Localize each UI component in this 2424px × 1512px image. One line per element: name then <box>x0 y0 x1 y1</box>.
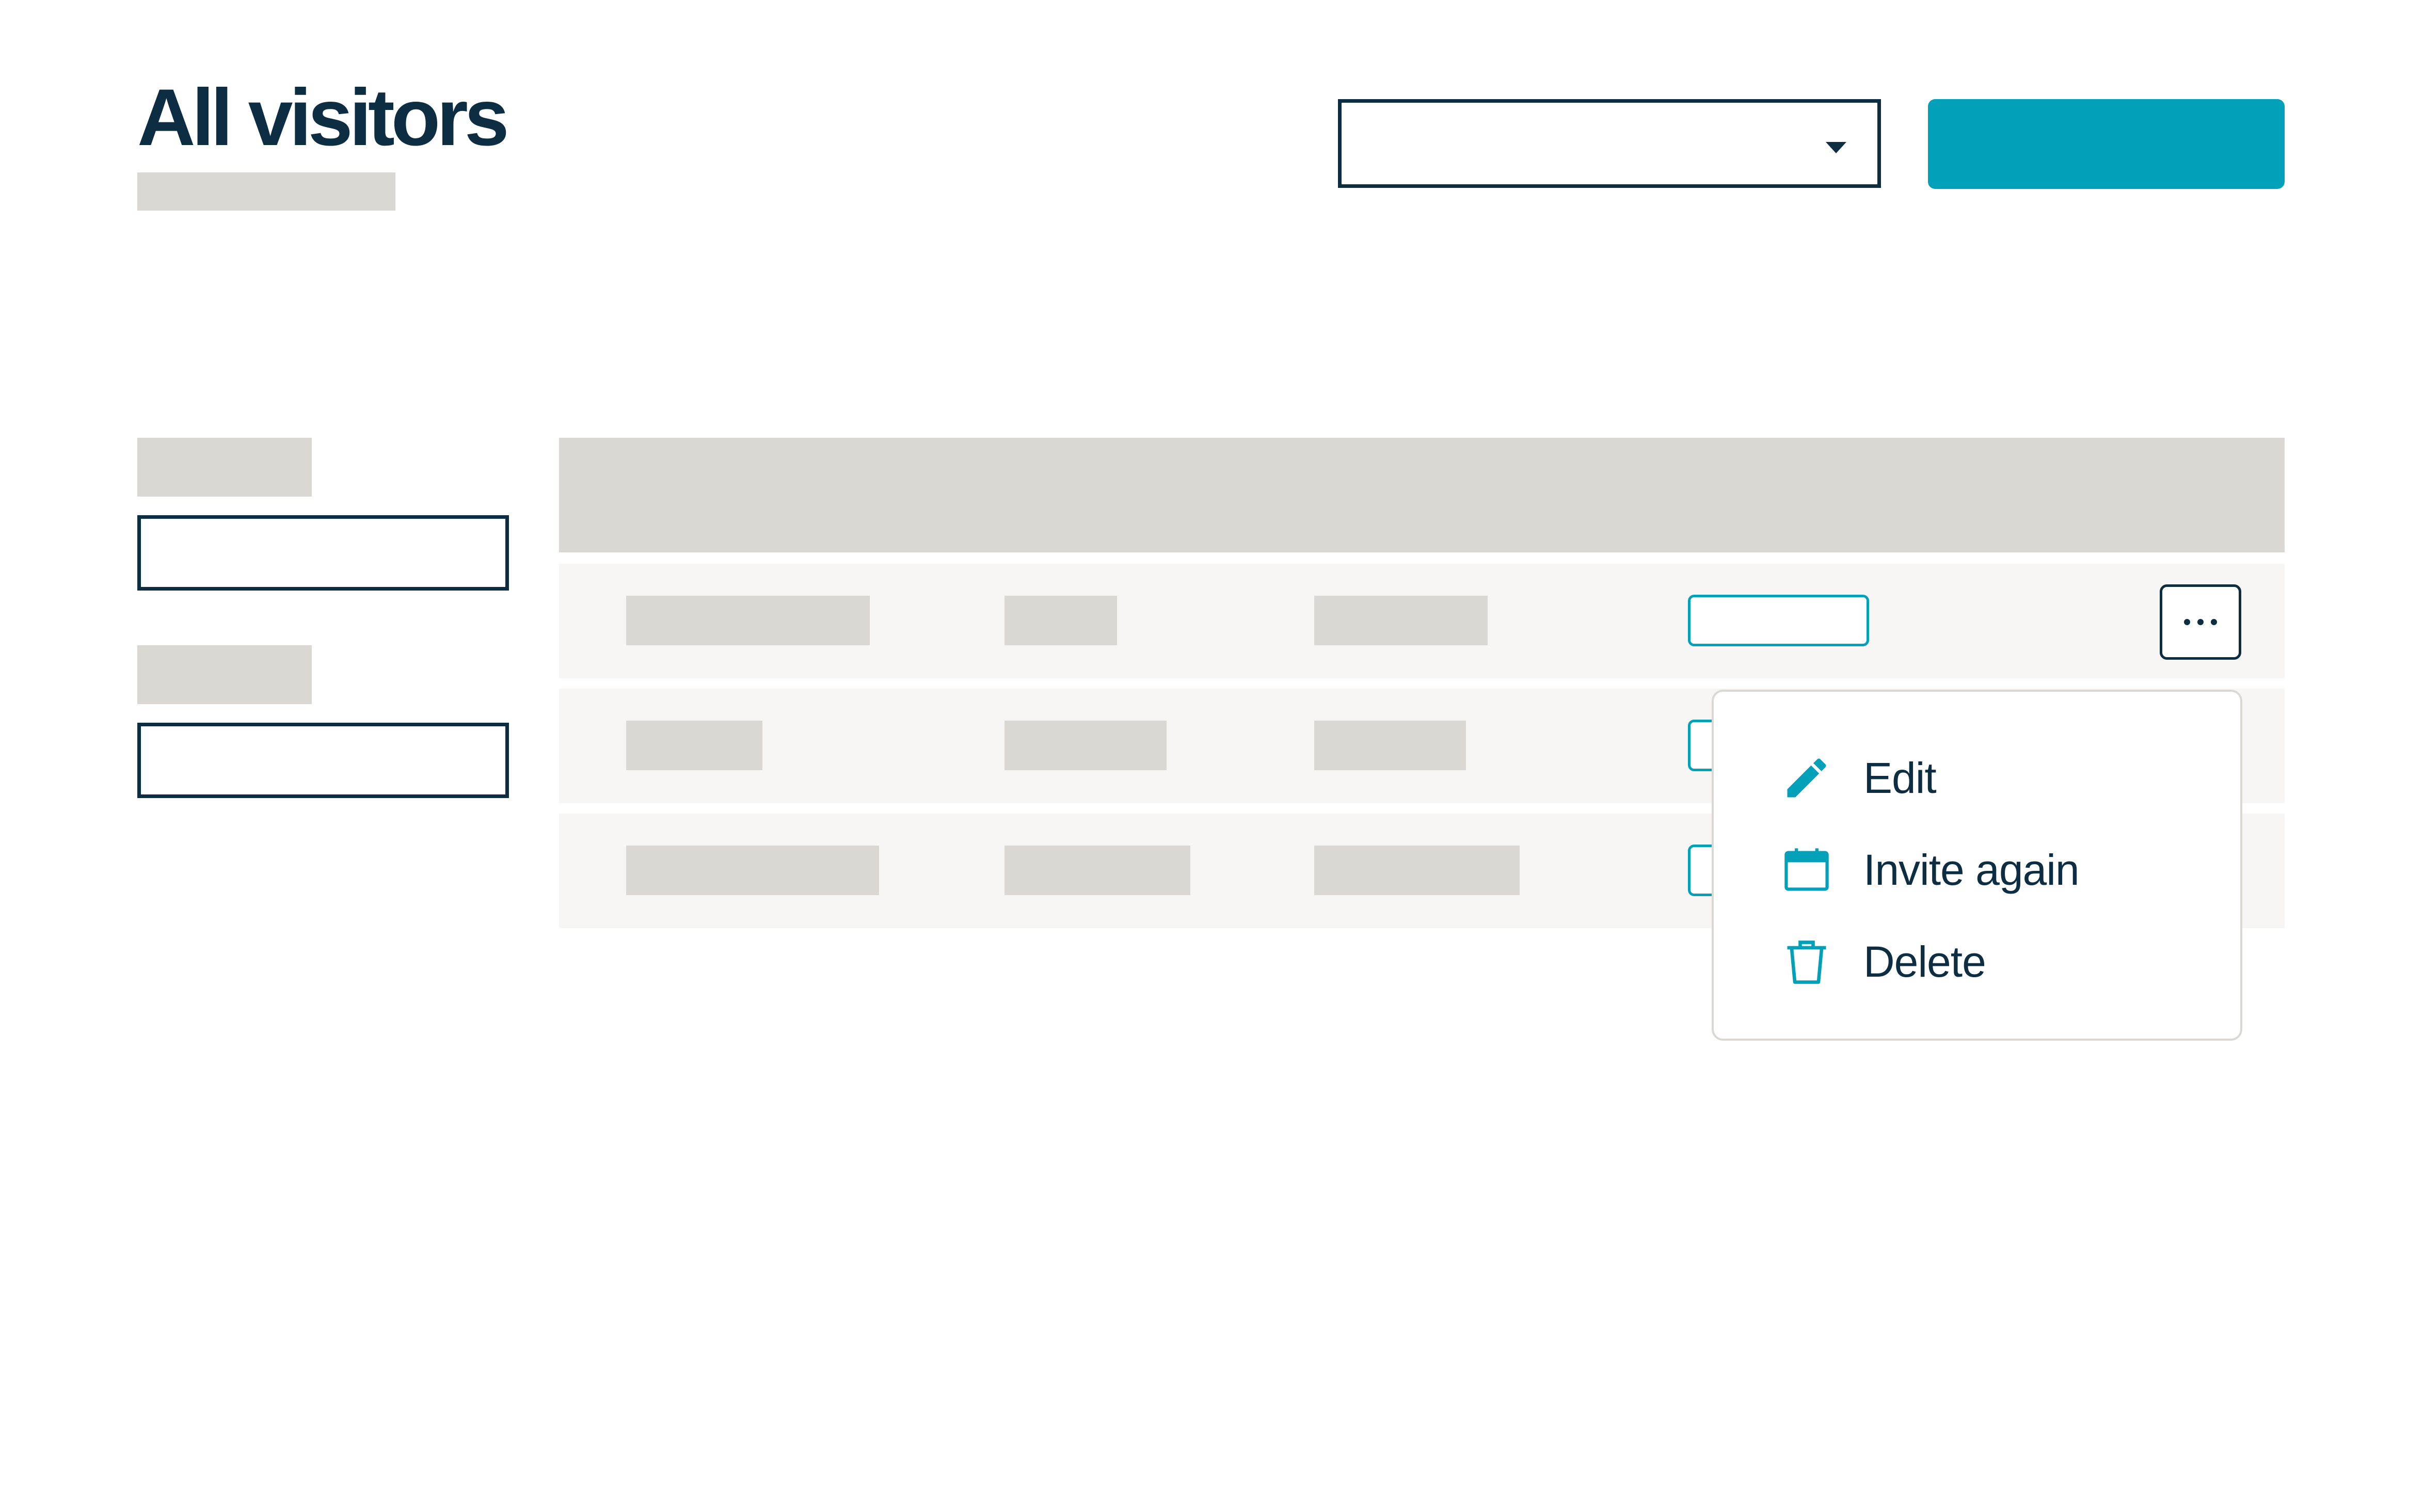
chevron-down-icon <box>1826 142 1846 153</box>
cell-placeholder <box>626 721 762 770</box>
table-row[interactable] <box>559 564 2285 678</box>
cell-placeholder <box>626 596 870 645</box>
row-actions-button[interactable] <box>2160 584 2241 660</box>
menu-item-label: Delete <box>1863 937 1986 986</box>
filter-label-placeholder <box>137 645 312 704</box>
menu-item-edit[interactable]: Edit <box>1714 739 2240 817</box>
table-header <box>559 438 2285 552</box>
menu-item-label: Edit <box>1863 753 1937 802</box>
filter-input[interactable] <box>137 515 509 591</box>
calendar-icon <box>1784 848 1829 891</box>
trash-icon <box>1787 941 1826 984</box>
page-subtitle-placeholder <box>137 172 395 211</box>
filter-input[interactable] <box>137 723 509 798</box>
cell-placeholder <box>1004 596 1117 645</box>
menu-item-delete[interactable]: Delete <box>1714 923 2240 1000</box>
primary-action-button[interactable] <box>1928 99 2285 189</box>
filter-label-placeholder <box>137 438 312 497</box>
cell-placeholder <box>1314 721 1466 770</box>
cell-placeholder <box>1004 846 1190 895</box>
cell-placeholder <box>1314 846 1520 895</box>
page-title: All visitors <box>137 73 509 163</box>
cell-placeholder <box>1314 596 1488 645</box>
row-actions-menu: Edit Invite again Delete <box>1712 690 2242 1041</box>
more-horizontal-icon <box>2184 619 2190 625</box>
view-filter-select[interactable] <box>1338 99 1881 188</box>
status-badge <box>1688 595 1869 646</box>
cell-placeholder <box>626 846 879 895</box>
cell-placeholder <box>1004 721 1167 770</box>
menu-item-label: Invite again <box>1863 845 2080 894</box>
menu-item-invite-again[interactable]: Invite again <box>1714 831 2240 909</box>
pencil-icon <box>1787 758 1826 798</box>
